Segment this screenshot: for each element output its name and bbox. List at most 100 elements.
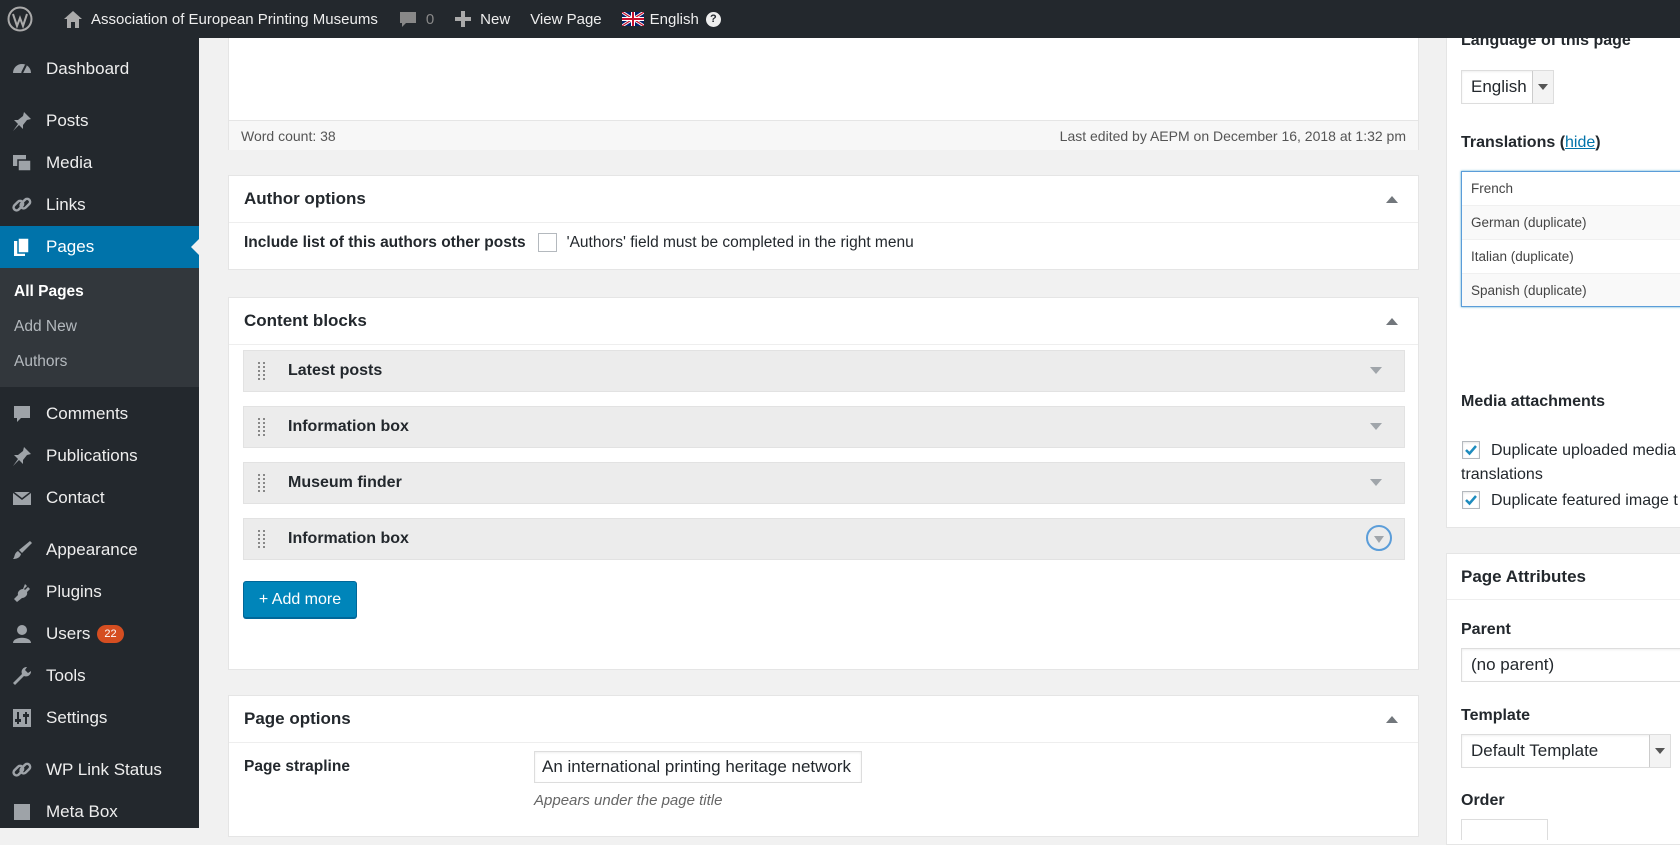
pin-icon xyxy=(11,445,33,467)
language-of-page-label: Language of this page xyxy=(1461,32,1631,49)
media-attachments-label: Media attachments xyxy=(1461,393,1606,410)
menu-media[interactable]: Media xyxy=(0,142,199,184)
editor-box: Word count: 38 Last edited by AEPM on De… xyxy=(228,38,1419,150)
menu-contact[interactable]: Contact xyxy=(0,477,199,519)
submenu-add-new[interactable]: Add New xyxy=(0,309,199,344)
help-icon[interactable]: ? xyxy=(705,11,721,27)
home-icon xyxy=(64,10,82,28)
page-strapline-input[interactable] xyxy=(534,751,862,783)
admin-bar: Association of European Printing Museums… xyxy=(0,0,1680,38)
translation-german[interactable]: German (duplicate) xyxy=(1462,206,1680,240)
menu-appearance[interactable]: Appearance xyxy=(0,529,199,571)
content-blocks-header[interactable]: Content blocks xyxy=(229,298,1418,345)
pin-icon xyxy=(11,110,33,132)
menu-publications[interactable]: Publications xyxy=(0,435,199,477)
comment-bubble-icon xyxy=(399,11,416,27)
view-page-link[interactable]: View Page xyxy=(520,0,611,38)
uk-flag-icon xyxy=(621,12,644,26)
pages-icon xyxy=(11,236,33,258)
link-icon xyxy=(11,194,33,216)
page-attributes-header[interactable]: Page Attributes xyxy=(1447,554,1680,600)
order-label: Order xyxy=(1461,792,1505,809)
parent-select[interactable]: (no parent) xyxy=(1461,648,1680,682)
menu-dashboard[interactable]: Dashboard xyxy=(0,48,199,90)
meta-box-icon xyxy=(11,801,33,823)
duplicate-featured-checkbox[interactable] xyxy=(1462,491,1480,509)
user-icon xyxy=(11,623,33,645)
pages-submenu: All Pages Add New Authors xyxy=(0,268,199,387)
page-language-select[interactable]: English xyxy=(1461,70,1554,104)
wordpress-logo-button[interactable] xyxy=(0,0,53,38)
author-options-header[interactable]: Author options xyxy=(229,176,1418,223)
template-select[interactable]: Default Template xyxy=(1461,734,1671,768)
menu-users[interactable]: Users 22 xyxy=(0,613,199,655)
menu-plugins[interactable]: Plugins xyxy=(0,571,199,613)
media-icon xyxy=(11,152,33,174)
new-content-link[interactable]: New xyxy=(444,0,520,38)
content-block-latest-posts[interactable]: Latest posts xyxy=(243,350,1405,392)
block-title: Information box xyxy=(288,530,409,547)
comments-count: 0 xyxy=(425,10,435,28)
expand-arrow-icon[interactable] xyxy=(1370,479,1382,486)
duplicate-media-checkbox[interactable] xyxy=(1462,441,1480,459)
content-blocks-box: Content blocks Latest posts Information … xyxy=(228,297,1419,670)
menu-meta-box[interactable]: Meta Box xyxy=(0,791,199,833)
language-switcher[interactable]: English ? xyxy=(612,0,731,38)
settings-sliders-icon xyxy=(11,707,33,729)
submenu-authors[interactable]: Authors xyxy=(0,344,199,379)
hide-translations-link[interactable]: hide xyxy=(1565,134,1595,151)
translations-heading: Translations (hide) xyxy=(1461,134,1601,151)
authors-field-note: 'Authors' field must be completed in the… xyxy=(566,233,914,251)
translation-italian[interactable]: Italian (duplicate) xyxy=(1462,240,1680,274)
plug-icon xyxy=(11,581,33,603)
translation-spanish[interactable]: Spanish (duplicate) xyxy=(1462,274,1680,306)
duplicate-featured-label: Duplicate featured image t xyxy=(1491,492,1678,509)
menu-posts[interactable]: Posts xyxy=(0,100,199,142)
content-block-information-box-2[interactable]: Information box xyxy=(243,518,1405,560)
collapse-arrow-icon[interactable] xyxy=(1386,716,1398,723)
editor-area[interactable] xyxy=(229,38,1418,120)
page-attributes-box: Page Attributes Parent (no parent) Templ… xyxy=(1446,553,1680,845)
drag-handle-icon[interactable] xyxy=(258,530,274,548)
language-box: Language of this page English Translatio… xyxy=(1446,32,1680,528)
expand-arrow-icon[interactable] xyxy=(1370,423,1382,430)
collapse-arrow-icon[interactable] xyxy=(1386,318,1398,325)
collapse-arrow-icon[interactable] xyxy=(1386,196,1398,203)
content-block-museum-finder[interactable]: Museum finder xyxy=(243,462,1405,504)
content-block-information-box[interactable]: Information box xyxy=(243,406,1405,448)
last-edited: Last edited by AEPM on December 16, 2018… xyxy=(1059,128,1406,144)
submenu-all-pages[interactable]: All Pages xyxy=(0,274,199,309)
menu-pages[interactable]: Pages xyxy=(0,226,199,268)
expand-arrow-icon-focused[interactable] xyxy=(1366,525,1392,551)
menu-tools[interactable]: Tools xyxy=(0,655,199,697)
paintbrush-icon xyxy=(11,539,33,561)
comments-link[interactable]: 0 xyxy=(388,0,444,38)
wordpress-icon xyxy=(7,6,33,32)
duplicate-media-label: Duplicate uploaded media xyxy=(1491,442,1677,459)
translation-french[interactable]: French xyxy=(1462,172,1680,206)
add-more-button[interactable]: + Add more xyxy=(243,581,357,618)
wrench-icon xyxy=(11,665,33,687)
menu-wp-link-status[interactable]: WP Link Status xyxy=(0,749,199,791)
duplicate-media-label-cont: translations xyxy=(1461,466,1543,483)
checkmark-icon xyxy=(1465,445,1477,456)
page-options-header[interactable]: Page options xyxy=(229,696,1418,743)
menu-settings[interactable]: Settings xyxy=(0,697,199,739)
drag-handle-icon[interactable] xyxy=(258,418,274,436)
site-name-link[interactable]: Association of European Printing Museums xyxy=(53,0,388,38)
dashboard-icon xyxy=(11,58,33,80)
comment-icon xyxy=(11,403,33,425)
menu-comments[interactable]: Comments xyxy=(0,393,199,435)
expand-arrow-icon[interactable] xyxy=(1370,367,1382,374)
order-input[interactable] xyxy=(1461,819,1548,840)
language-label: English xyxy=(649,10,699,28)
include-posts-checkbox[interactable] xyxy=(537,233,557,252)
admin-sidebar: Dashboard Posts Media Links Pages All Pa… xyxy=(0,38,199,828)
drag-handle-icon[interactable] xyxy=(258,474,274,492)
block-title: Latest posts xyxy=(288,362,383,379)
menu-links[interactable]: Links xyxy=(0,184,199,226)
view-page-label: View Page xyxy=(530,10,602,28)
drag-handle-icon[interactable] xyxy=(258,362,274,380)
users-count-badge: 22 xyxy=(97,625,124,643)
page-options-box: Page options Page strapline Appears unde… xyxy=(228,695,1419,837)
